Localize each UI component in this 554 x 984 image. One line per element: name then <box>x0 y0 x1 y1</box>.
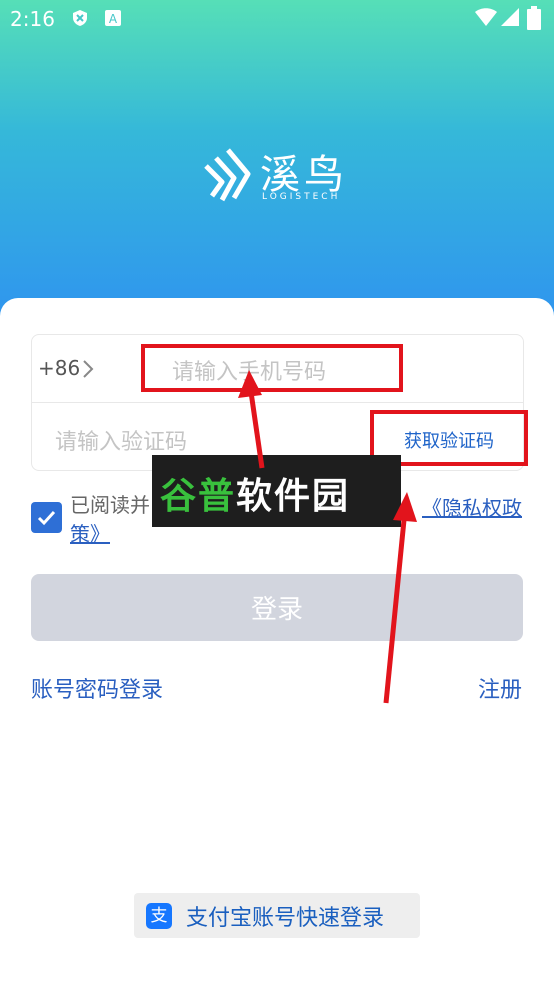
annotation-arrows <box>238 370 417 704</box>
annotation-arrow-phone <box>238 370 265 469</box>
annotation-arrow-get-code <box>383 492 417 704</box>
